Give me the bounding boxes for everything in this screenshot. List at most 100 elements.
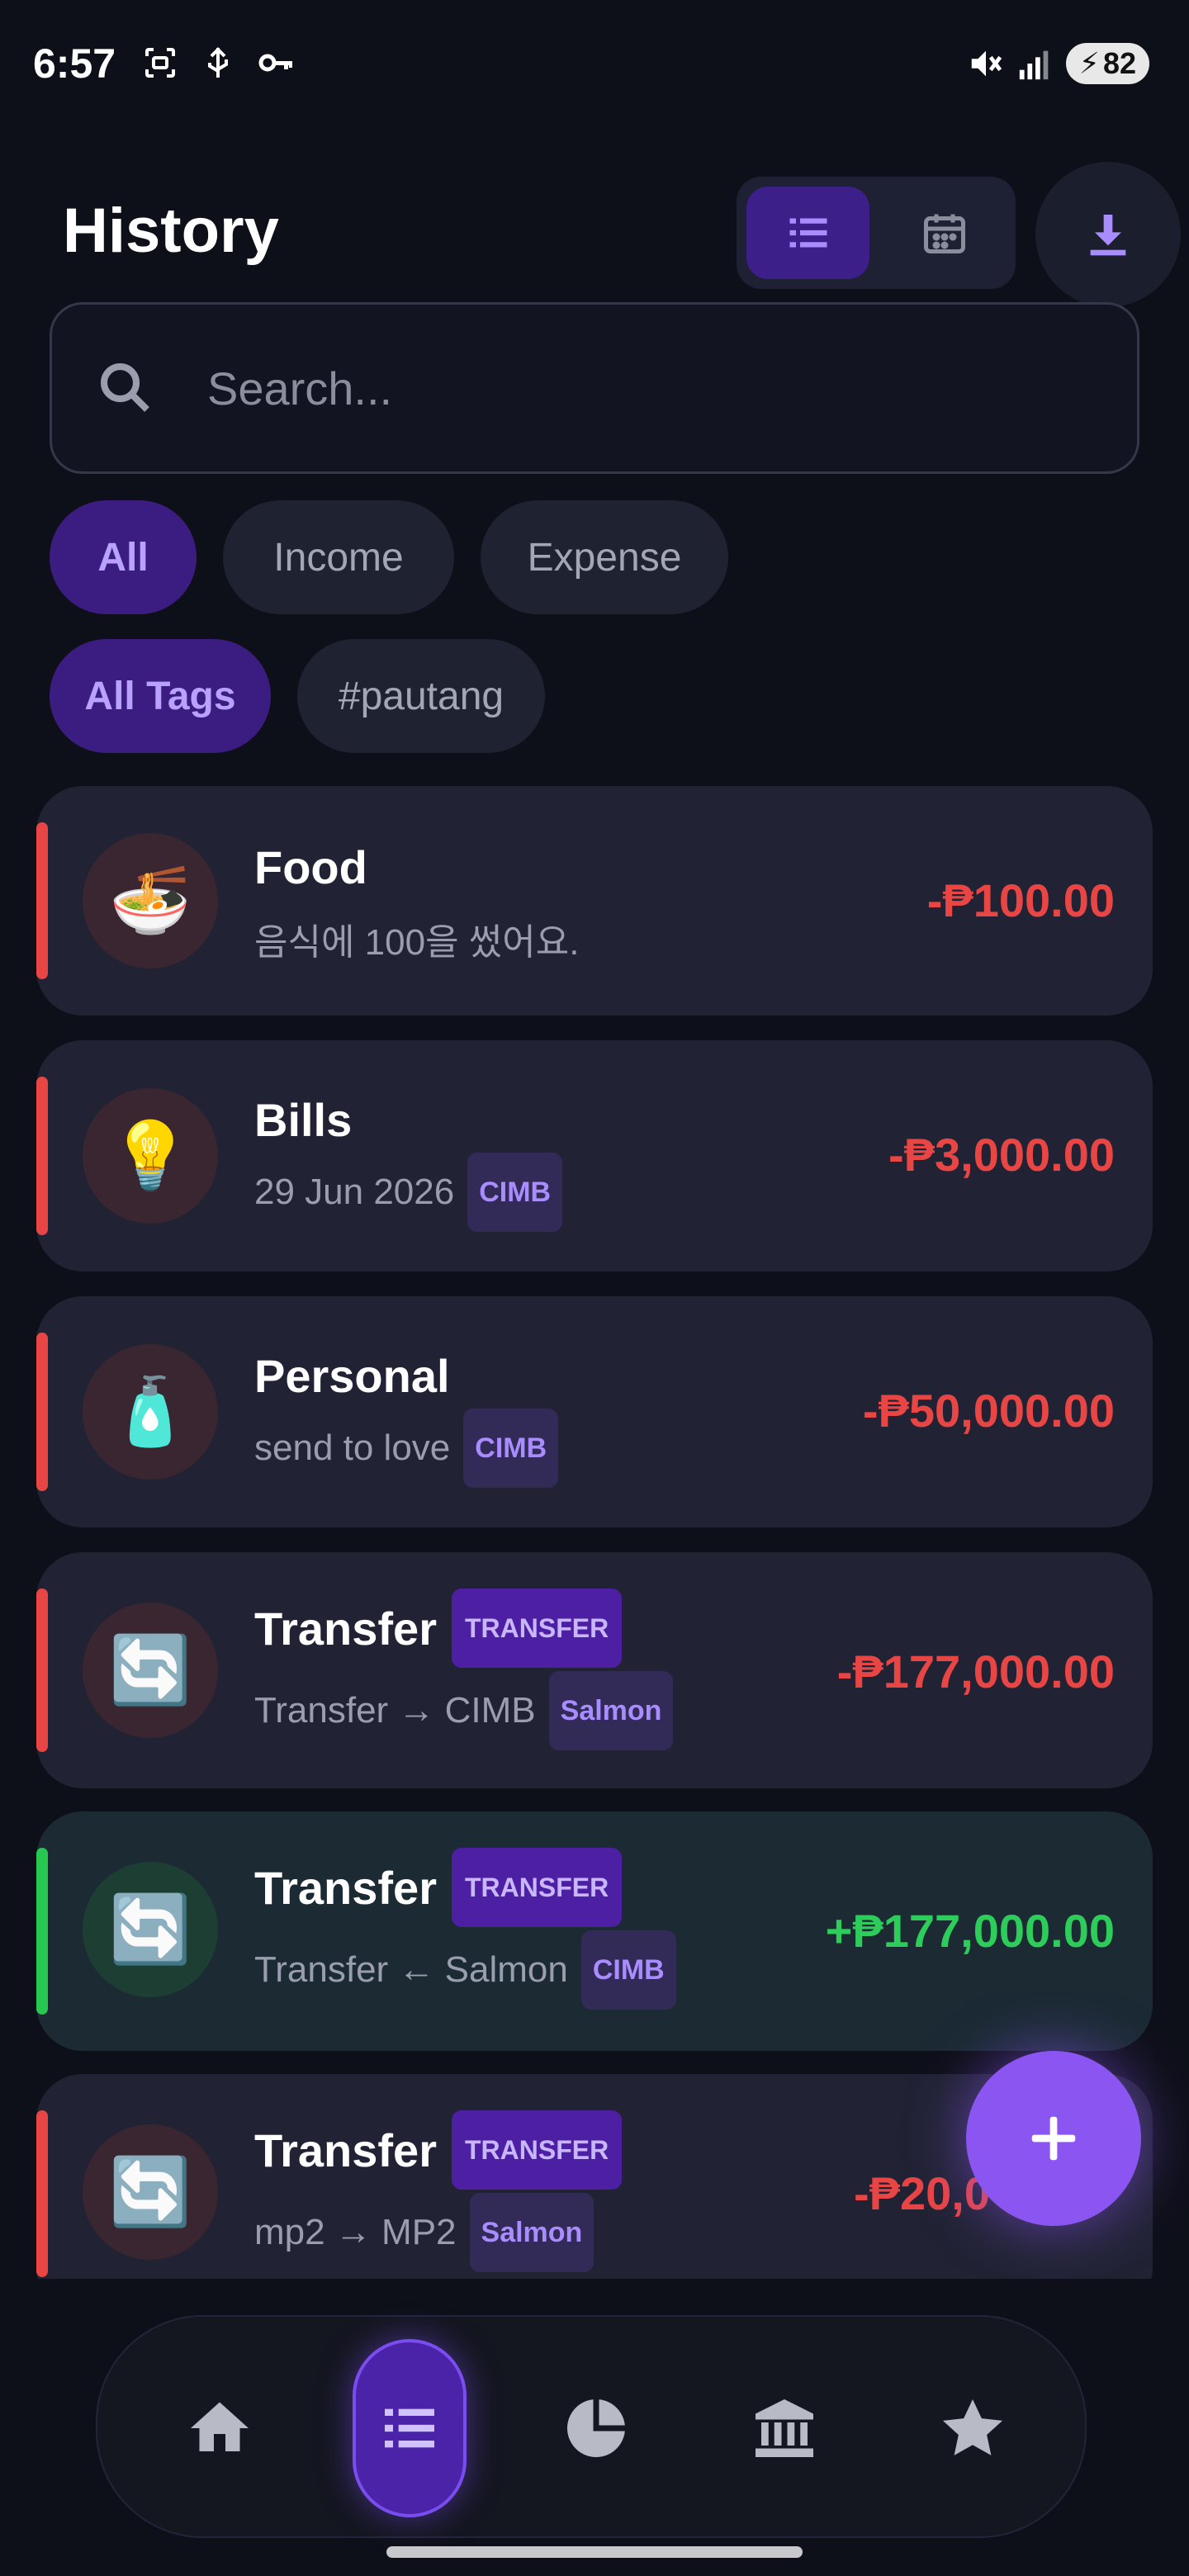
transaction-amount: -₱100.00 — [926, 874, 1115, 926]
page-title: History — [63, 196, 279, 266]
transaction-amount: +₱177,000.00 — [825, 1905, 1115, 1957]
transaction-title: Bills — [254, 1087, 352, 1153]
account-badge: Salmon — [469, 2193, 594, 2272]
nav-home[interactable] — [154, 2317, 286, 2540]
transaction-subtitle: send to love CIMB — [254, 1409, 559, 1488]
transaction-amount: -₱3,000.00 — [888, 1129, 1115, 1181]
signal-icon — [1019, 50, 1049, 80]
account-badge: Salmon — [548, 1671, 674, 1750]
battery-charging-icon: ⚡ — [1078, 46, 1100, 80]
status-bar: 6:57 ⚡ 82 — [0, 0, 1189, 132]
account-badge: CIMB — [467, 1153, 563, 1232]
transaction-row[interactable]: 🍜 Food 음식에 100을 썼어요. -₱100.00 — [36, 786, 1153, 1016]
view-toggle — [737, 177, 1016, 289]
home-indicator — [386, 2546, 803, 2558]
transaction-row[interactable]: 🔄 Transfer TRANSFER Transfer ← Salmon CI… — [36, 1811, 1153, 2051]
transaction-list: 🍜 Food 음식에 100을 썼어요. -₱100.00 💡 Bills 29… — [36, 786, 1153, 2279]
plus-icon — [1031, 2116, 1076, 2161]
type-filter-row: All Income Expense — [50, 500, 728, 614]
transfer-badge: TRANSFER — [452, 1848, 623, 1927]
transaction-category: Personal — [254, 1349, 450, 1402]
bank-icon — [756, 2399, 813, 2457]
transaction-subtitle: 29 Jun 2026 CIMB — [254, 1153, 563, 1232]
calendar-view-button[interactable] — [883, 187, 1006, 279]
filter-chip-expense[interactable]: Expense — [481, 500, 728, 614]
search-bar[interactable] — [50, 302, 1139, 474]
transaction-note: Transfer ← Salmon — [254, 1949, 568, 1990]
transaction-amount: -₱20,0 — [854, 2167, 990, 2219]
status-icons-right: ⚡ 82 — [967, 43, 1149, 84]
category-icon: 🧴 — [83, 1344, 218, 1480]
expense-indicator — [36, 1077, 48, 1235]
transaction-row[interactable]: 🔄 Transfer TRANSFER Transfer → CIMB Salm… — [36, 1552, 1153, 1788]
list-view-button[interactable] — [746, 187, 869, 279]
add-transaction-button[interactable] — [966, 2051, 1141, 2226]
screenshot-icon — [145, 48, 175, 78]
income-indicator — [36, 1848, 48, 2015]
transaction-title: Food — [254, 834, 367, 900]
filter-chip-income[interactable]: Income — [223, 500, 454, 614]
tag-chip-pautang[interactable]: #pautang — [297, 639, 545, 753]
transfer-badge: TRANSFER — [452, 2110, 623, 2190]
nav-active-indicator — [353, 2339, 467, 2517]
account-badge: CIMB — [580, 1930, 676, 2010]
transfer-badge: TRANSFER — [452, 1589, 623, 1668]
transaction-title: Transfer TRANSFER — [254, 2110, 623, 2190]
transaction-amount: -₱177,000.00 — [836, 1646, 1115, 1698]
list-icon — [385, 2408, 434, 2448]
transaction-row[interactable]: 💡 Bills 29 Jun 2026 CIMB -₱3,000.00 — [36, 1040, 1153, 1271]
pie-chart-icon — [567, 2399, 625, 2457]
usb-icon — [208, 47, 228, 78]
transaction-date: 29 Jun 2026 — [254, 1172, 455, 1212]
transaction-subtitle: Transfer → CIMB Salmon — [254, 1671, 674, 1750]
nav-favorites[interactable] — [907, 2317, 1039, 2540]
transaction-amount: -₱50,000.00 — [862, 1385, 1115, 1437]
tag-chip-all-tags[interactable]: All Tags — [50, 639, 271, 753]
search-input[interactable] — [207, 361, 1033, 415]
account-badge: CIMB — [463, 1409, 559, 1488]
transaction-subtitle: mp2 → MP2 Salmon — [254, 2193, 594, 2272]
category-icon: 🔄 — [83, 1603, 218, 1738]
transaction-category: Transfer — [254, 1602, 437, 1655]
transaction-category: Transfer — [254, 2124, 437, 2176]
expense-indicator — [36, 1589, 48, 1752]
home-icon — [191, 2402, 249, 2451]
status-icons-left — [140, 43, 296, 83]
nav-history[interactable] — [343, 2317, 476, 2540]
bottom-nav — [96, 2315, 1087, 2538]
transaction-subtitle: 음식에 100을 썼어요. — [254, 910, 579, 968]
transaction-note: Transfer → CIMB — [254, 1690, 536, 1731]
transaction-title: Transfer TRANSFER — [254, 1589, 623, 1668]
transaction-category: Bills — [254, 1093, 353, 1146]
filter-chip-all[interactable]: All — [50, 500, 197, 614]
download-icon — [1090, 215, 1126, 256]
transaction-title: Transfer TRANSFER — [254, 1848, 623, 1927]
key-icon — [258, 54, 292, 72]
status-time: 6:57 — [33, 40, 116, 87]
category-icon: 🍜 — [83, 833, 218, 968]
transaction-category: Transfer — [254, 1861, 437, 1914]
transaction-note: send to love — [254, 1428, 451, 1468]
transaction-note: mp2 → MP2 — [254, 2212, 457, 2252]
nav-accounts[interactable] — [718, 2317, 850, 2540]
transaction-category: Food — [254, 841, 367, 893]
expense-indicator — [36, 1333, 48, 1491]
search-icon — [100, 362, 149, 412]
star-icon — [942, 2399, 1003, 2455]
category-icon: 🔄 — [83, 1862, 218, 1997]
mute-icon — [971, 50, 1002, 77]
expense-indicator — [36, 2110, 48, 2277]
category-icon: 💡 — [83, 1088, 218, 1224]
category-icon: 🔄 — [83, 2124, 218, 2260]
nav-stats[interactable] — [530, 2317, 662, 2540]
expense-indicator — [36, 822, 48, 979]
transaction-row[interactable]: 🧴 Personal send to love CIMB -₱50,000.00 — [36, 1296, 1153, 1527]
battery-indicator: ⚡ 82 — [1065, 43, 1149, 84]
transaction-subtitle: Transfer ← Salmon CIMB — [254, 1930, 676, 2010]
battery-level: 82 — [1102, 46, 1136, 80]
calendar-view-icon — [923, 214, 965, 253]
download-button[interactable] — [1035, 162, 1181, 307]
list-view-icon — [789, 218, 827, 248]
transaction-title: Personal — [254, 1342, 450, 1409]
transaction-note: 음식에 100을 썼어요. — [254, 922, 580, 963]
